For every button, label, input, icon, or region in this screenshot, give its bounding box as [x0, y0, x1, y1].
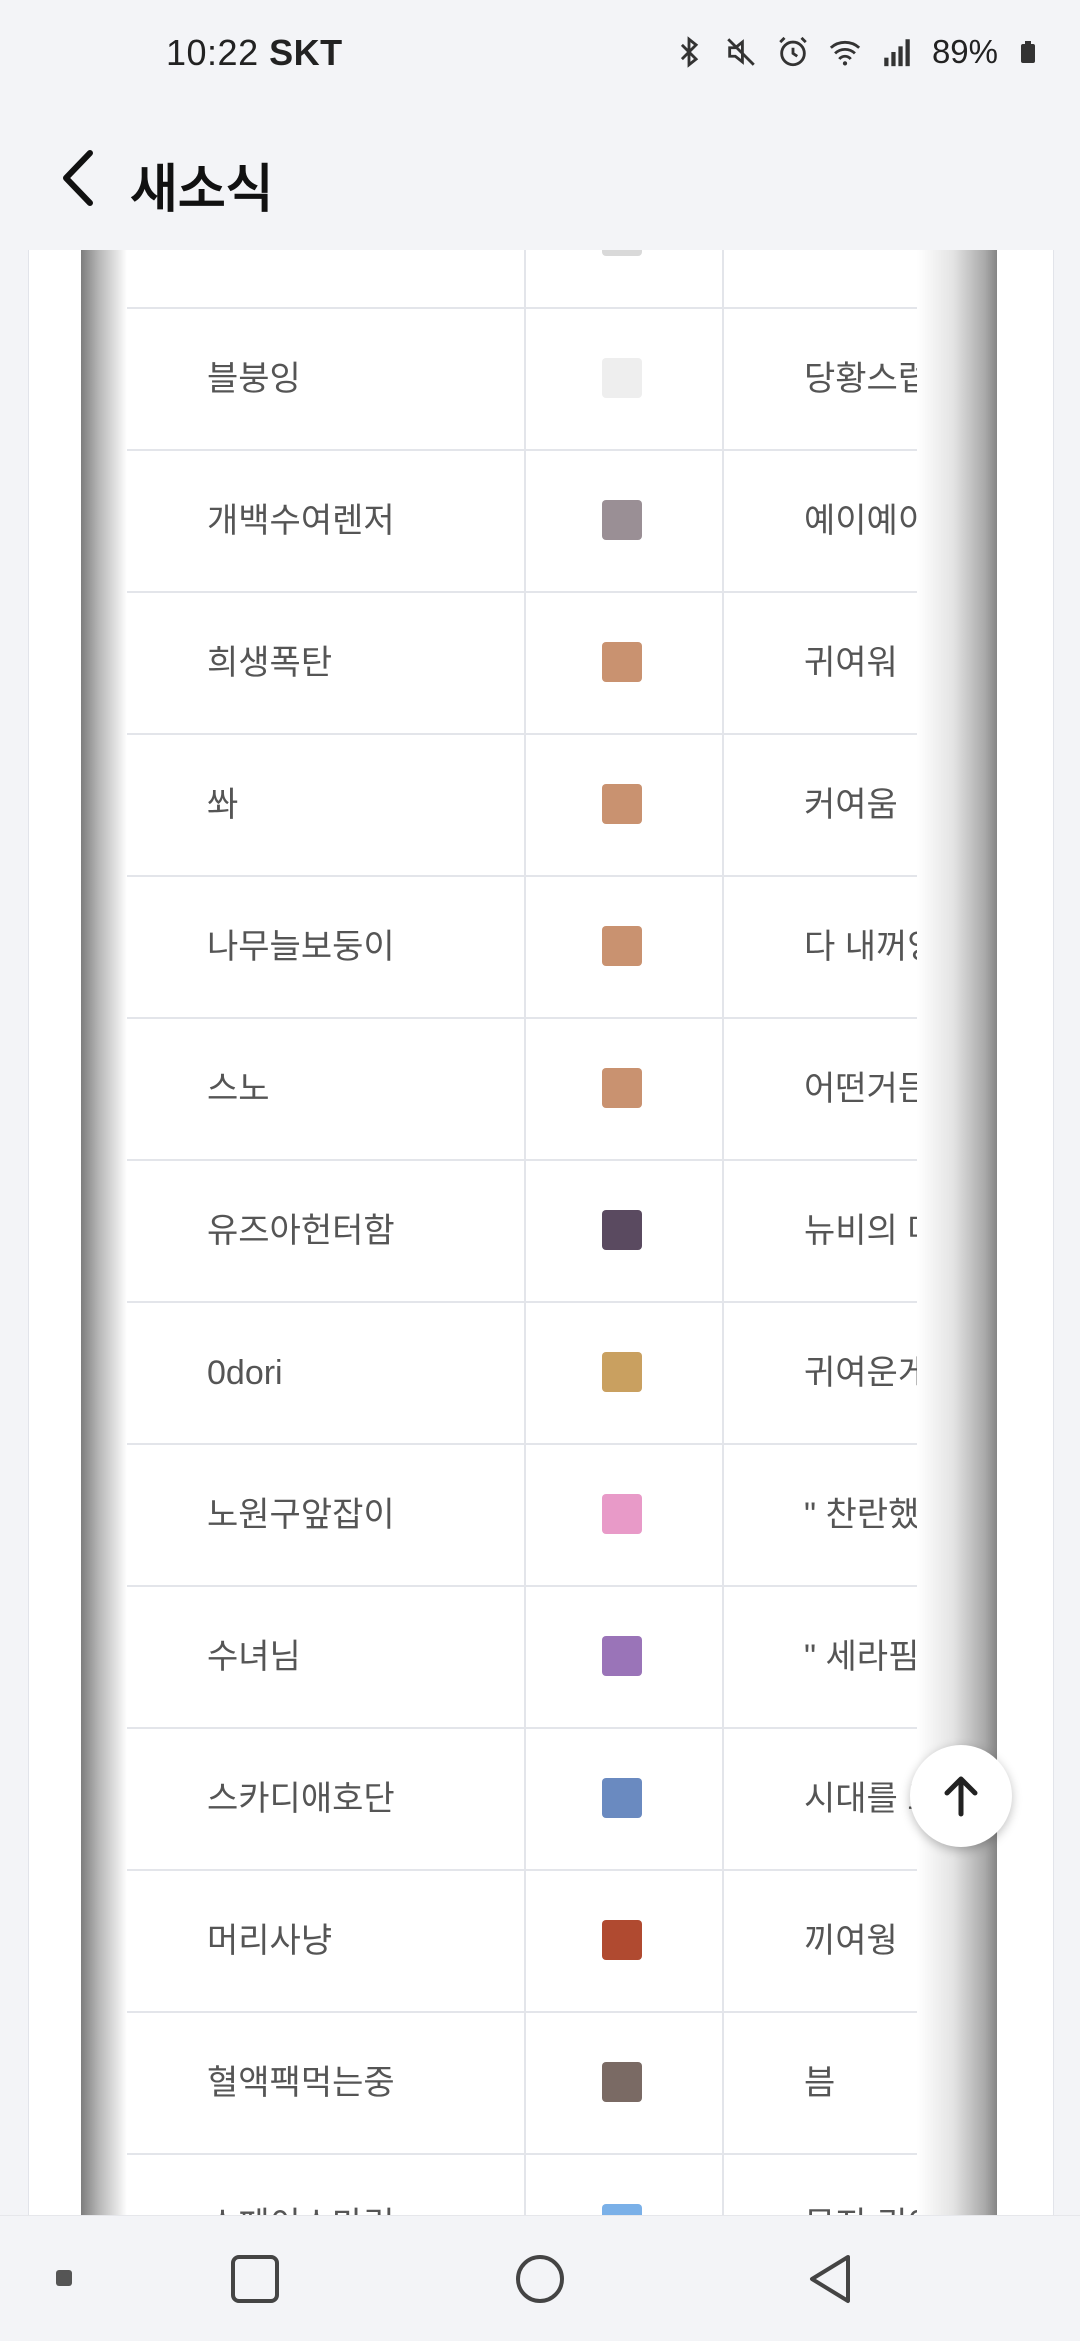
table-row[interactable]: 머리사냥 끼여웡: [81, 1869, 997, 2011]
clock-time: 10:22: [166, 32, 259, 73]
emoticon-title-cell: 귀여운게진리: [804, 1354, 992, 1392]
column-divider: [125, 250, 127, 2215]
nickname-cell: 개백수여렌저: [207, 502, 395, 540]
table-row[interactable]: 희생폭탄 귀여워: [81, 591, 997, 733]
column-divider: [722, 250, 724, 2215]
emoticon-title-cell: 븜: [804, 2064, 836, 2102]
triangle-back-icon: [810, 2254, 850, 2303]
table-row[interactable]: 쏴 커여움: [81, 733, 997, 875]
status-time: 10:22 SKT: [166, 32, 343, 74]
nav-home-button[interactable]: [490, 2216, 590, 2341]
table-row[interactable]: 블붕잉 당황스럽당: [81, 307, 997, 449]
emoticon-table[interactable]: 블붕잉 당황스럽당개백수여렌저 예이예이~ 희생폭탄 귀여워쏴 커여움나무늘보둥이 다 내꺼…: [81, 250, 997, 2215]
scroll-to-top-button[interactable]: [910, 1745, 1012, 1847]
emoticon-title-cell: 어떤거든 애정하: [804, 1070, 997, 1108]
emoticon-title-cell: 끼여웡: [804, 1922, 898, 1960]
table-row[interactable]: 수녀님 " 세라핌단을 다: [81, 1585, 997, 1727]
emoticon-thumbnail[interactable]: [602, 2204, 642, 2215]
emoticon-thumbnail[interactable]: [602, 250, 642, 256]
page-title: 새소식: [130, 161, 274, 219]
app-header: 새소식: [0, 105, 1080, 250]
nickname-cell: 유즈아헌터함: [207, 1212, 395, 1250]
recent-apps-dot-icon: [56, 2269, 72, 2286]
emoticon-thumbnail[interactable]: [602, 1352, 642, 1392]
emoticon-title-cell: 커여움: [804, 786, 898, 824]
nickname-cell: 머리사냥: [207, 1922, 333, 1960]
alarm-icon: [779, 36, 807, 67]
status-bar: 10:22 SKT 89%: [0, 0, 1080, 105]
emoticon-thumbnail[interactable]: [602, 2062, 642, 2102]
content-area[interactable]: 블붕잉 당황스럽당개백수여렌저 예이예이~ 희생폭탄 귀여워쏴 커여움나무늘보둥이 다 내꺼…: [28, 250, 1054, 2215]
nav-recents-button[interactable]: [205, 2216, 305, 2341]
emoticon-thumbnail[interactable]: [602, 1068, 642, 1108]
system-nav-bar: [0, 2215, 1080, 2341]
status-icons: 89%: [672, 30, 1040, 74]
table-row[interactable]: 0dori 귀여운게진리: [81, 1301, 997, 1443]
nav-back-button[interactable]: [780, 2216, 880, 2341]
emoticon-thumbnail[interactable]: [602, 926, 642, 966]
nickname-cell: 나무늘보둥이: [207, 928, 395, 966]
emoticon-title-cell: 다 내꺼양!!!을 맡: [804, 928, 997, 966]
nickname-cell: 블붕잉: [207, 360, 301, 398]
table-row[interactable]: [81, 250, 997, 307]
emoticon-thumbnail[interactable]: [602, 1636, 642, 1676]
emoticon-title-cell: 당황스럽당: [804, 360, 961, 398]
nav-recent-dot[interactable]: [40, 2216, 90, 2341]
emoticon-thumbnail[interactable]: [602, 1920, 642, 1960]
chevron-left-icon: [63, 150, 93, 206]
nickname-cell: 0dori: [207, 1354, 283, 1392]
arrow-up-icon: [944, 1776, 978, 1817]
emoticon-thumbnail[interactable]: [602, 784, 642, 824]
nickname-cell: 쏴: [207, 786, 239, 824]
table-row[interactable]: 혈액팩먹는중 븜: [81, 2011, 997, 2153]
emoticon-thumbnail[interactable]: [602, 358, 642, 398]
table-row[interactable]: 개백수여렌저 예이예이~: [81, 449, 997, 591]
emoticon-thumbnail[interactable]: [602, 1210, 642, 1250]
battery-percent: 89%: [931, 33, 998, 70]
emoticon-title-cell: " 세라핌단을 다: [804, 1638, 997, 1676]
circle-home-icon: [516, 2254, 564, 2303]
nickname-cell: 수녀님: [207, 1638, 301, 1676]
emoticon-thumbnail[interactable]: [602, 1494, 642, 1534]
nickname-cell: 혈액팩먹는중: [207, 2064, 395, 2102]
mute-icon: [727, 38, 755, 66]
nickname-cell: 희생폭탄: [207, 644, 333, 682]
emoticon-thumbnail[interactable]: [602, 1778, 642, 1818]
table-row[interactable]: 스노 어떤거든 애정하: [81, 1017, 997, 1159]
emoticon-title-cell: 무지 귀여: [804, 2155, 939, 2215]
bluetooth-icon: [680, 36, 699, 68]
signal-icon: [884, 39, 910, 67]
wifi-icon: [829, 40, 861, 66]
nickname-cell: 노원구앞잡이: [207, 1496, 395, 1534]
emoticon-title-cell: 뉴비의 마음을 l: [804, 1212, 997, 1250]
battery-icon: [1021, 41, 1035, 63]
nickname-cell: 스카디애호단: [207, 1780, 395, 1818]
emoticon-title-cell: 예이예이~: [804, 502, 949, 540]
table-row[interactable]: 스페이스마린 무지 귀여: [81, 2153, 997, 2215]
carrier-name: SKT: [269, 32, 343, 73]
emoticon-thumbnail[interactable]: [602, 500, 642, 540]
table-row[interactable]: 나무늘보둥이 다 내꺼양!!!을 맡: [81, 875, 997, 1017]
nickname-cell: 스페이스마린: [207, 2155, 395, 2215]
table-row[interactable]: 유즈아헌터함 뉴비의 마음을 l: [81, 1159, 997, 1301]
back-button[interactable]: [50, 143, 110, 213]
emoticon-title-cell: 귀여워: [804, 644, 898, 682]
table-row[interactable]: 스카디애호단 시대를 조: [81, 1727, 997, 1869]
nickname-cell: 스노: [207, 1070, 270, 1108]
table-row[interactable]: 노원구앞잡이 " 찬란했던 그 사: [81, 1443, 997, 1585]
emoticon-thumbnail[interactable]: [602, 642, 642, 682]
emoticon-title-cell: " 찬란했던 그 사: [804, 1496, 997, 1534]
square-icon: [231, 2254, 279, 2303]
column-divider: [524, 250, 526, 2215]
